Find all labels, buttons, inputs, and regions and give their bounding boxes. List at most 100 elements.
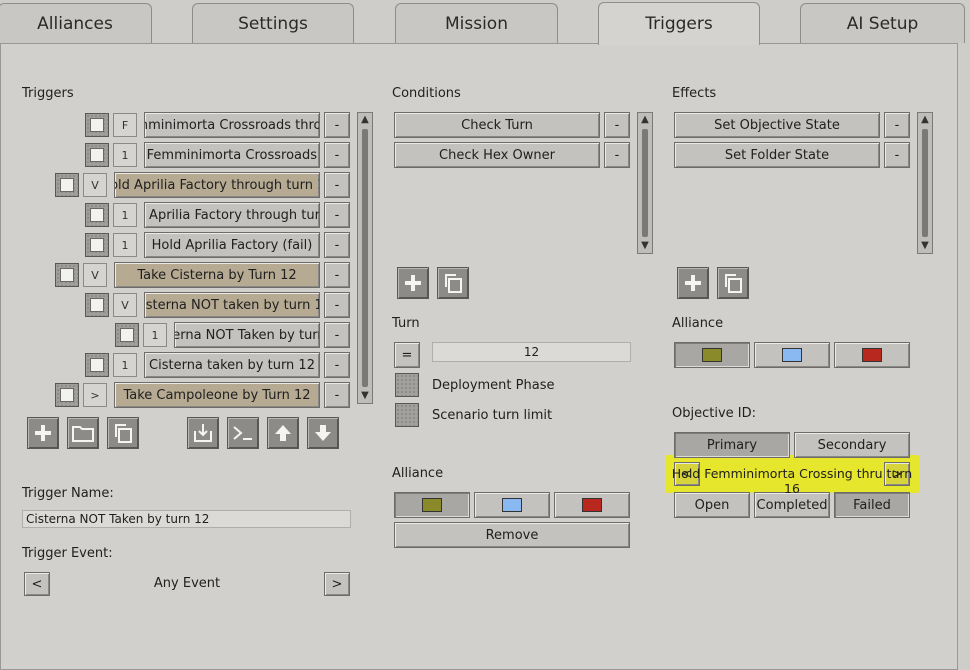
copy-effect-button[interactable] [717, 267, 749, 299]
remove-trigger-button[interactable]: - [324, 262, 350, 288]
trigger-name-input[interactable]: Cisterna NOT Taken by turn 12 [22, 510, 351, 528]
remove-trigger-button[interactable]: - [324, 352, 350, 378]
copy-trigger-button[interactable] [107, 417, 139, 449]
add-trigger-button[interactable] [27, 417, 59, 449]
turn-operator-button[interactable]: = [394, 342, 420, 368]
scroll-down-icon[interactable]: ▼ [358, 390, 372, 402]
import-button[interactable] [187, 417, 219, 449]
remove-trigger-button[interactable]: - [324, 292, 350, 318]
conditions-scrollbar[interactable]: ▲ ▼ [637, 112, 653, 254]
add-icon [35, 425, 51, 441]
condition-alliance-1-button[interactable] [394, 492, 470, 518]
deployment-phase-checkbox[interactable] [395, 373, 419, 397]
effect-set-folder-state[interactable]: Set Folder State [674, 142, 880, 168]
remove-trigger-button[interactable]: - [324, 142, 350, 168]
scroll-up-icon[interactable]: ▲ [638, 114, 652, 126]
trigger-name-label: Trigger Name: [22, 486, 114, 501]
trigger-type-indicator[interactable]: 1 [143, 323, 167, 347]
trigger-enable-checkbox[interactable] [85, 293, 109, 317]
trigger-type-indicator[interactable]: V [83, 263, 107, 287]
trigger-event-next-button[interactable]: > [324, 572, 350, 596]
move-down-button[interactable] [307, 417, 339, 449]
remove-effect-button[interactable]: - [884, 112, 910, 138]
trigger-row[interactable]: Take Campoleone by Turn 12 [114, 382, 320, 408]
remove-trigger-button[interactable]: - [324, 382, 350, 408]
deployment-phase-label: Deployment Phase [432, 378, 555, 393]
trigger-row[interactable]: Hold Femminimorta Crossroads (fail) [144, 142, 320, 168]
trigger-enable-checkbox[interactable] [85, 203, 109, 227]
trigger-enable-checkbox[interactable] [55, 263, 79, 287]
remove-trigger-button[interactable]: - [324, 112, 350, 138]
condition-check-hex-owner[interactable]: Check Hex Owner [394, 142, 600, 168]
condition-alliance-3-button[interactable] [554, 492, 630, 518]
remove-trigger-button[interactable]: - [324, 322, 350, 348]
trigger-type-indicator[interactable]: V [113, 293, 137, 317]
alliance-1-swatch [422, 498, 442, 512]
remove-condition-button[interactable]: - [604, 142, 630, 168]
tab-ai-setup[interactable]: AI Setup [800, 3, 965, 43]
effect-set-objective-state[interactable]: Set Objective State [674, 112, 880, 138]
trigger-row[interactable]: Hold Aprilia Factory through turn 16 [144, 202, 320, 228]
scroll-track[interactable] [922, 129, 928, 237]
remove-effect-button[interactable]: - [884, 142, 910, 168]
condition-alliance-2-button[interactable] [474, 492, 550, 518]
triggers-title: Triggers [22, 86, 74, 101]
trigger-type-indicator[interactable]: 1 [113, 143, 137, 167]
trigger-type-indicator[interactable]: > [83, 383, 107, 407]
effects-scrollbar[interactable]: ▲ ▼ [917, 112, 933, 254]
scroll-track[interactable] [642, 129, 648, 237]
trigger-row[interactable]: Hold Femminimorta Crossroads through tur… [144, 112, 320, 138]
tab-alliances[interactable]: Alliances [0, 3, 152, 43]
trigger-type-indicator[interactable]: 1 [113, 233, 137, 257]
tab-triggers[interactable]: Triggers [598, 2, 760, 45]
trigger-enable-checkbox[interactable] [85, 233, 109, 257]
remove-trigger-button[interactable]: - [324, 232, 350, 258]
scroll-up-icon[interactable]: ▲ [358, 114, 372, 126]
scroll-track[interactable] [362, 129, 368, 387]
trigger-type-indicator[interactable]: 1 [113, 353, 137, 377]
trigger-enable-checkbox[interactable] [85, 143, 109, 167]
trigger-enable-checkbox[interactable] [85, 113, 109, 137]
console-button[interactable] [227, 417, 259, 449]
trigger-enable-checkbox[interactable] [55, 383, 79, 407]
trigger-row[interactable]: Take Cisterna by Turn 12 [114, 262, 320, 288]
trigger-row[interactable]: Cisterna NOT Taken by turn 12 [174, 322, 320, 348]
move-up-button[interactable] [267, 417, 299, 449]
trigger-enable-checkbox[interactable] [55, 173, 79, 197]
trigger-row[interactable]: Cisterna NOT taken by turn 12 [144, 292, 320, 318]
turn-value-input[interactable]: 12 [432, 342, 631, 362]
checkbox-box [90, 238, 104, 252]
trigger-list-scrollbar[interactable]: ▲ ▼ [357, 112, 373, 404]
remove-trigger-button[interactable]: - [324, 172, 350, 198]
scenario-turn-limit-checkbox[interactable] [395, 403, 419, 427]
add-effect-button[interactable] [677, 267, 709, 299]
remove-trigger-button[interactable]: - [324, 202, 350, 228]
remove-alliance-button[interactable]: Remove [394, 522, 630, 548]
trigger-type-indicator[interactable]: V [83, 173, 107, 197]
tab-mission[interactable]: Mission [395, 3, 558, 43]
scroll-up-icon[interactable]: ▲ [918, 114, 932, 126]
copy-condition-button[interactable] [437, 267, 469, 299]
trigger-event-prev-button[interactable]: < [24, 572, 50, 596]
tab-settings[interactable]: Settings [192, 3, 354, 43]
trigger-enable-checkbox[interactable] [85, 353, 109, 377]
alliance-3-swatch [582, 498, 602, 512]
effects-title: Effects [672, 86, 717, 101]
scroll-down-icon[interactable]: ▼ [918, 240, 932, 252]
objective-primary-button[interactable]: Primary [674, 432, 790, 458]
add-condition-button[interactable] [397, 267, 429, 299]
objective-secondary-button[interactable]: Secondary [794, 432, 910, 458]
condition-check-turn[interactable]: Check Turn [394, 112, 600, 138]
trigger-row[interactable]: Hold Aprilia Factory (fail) [144, 232, 320, 258]
scroll-down-icon[interactable]: ▼ [638, 240, 652, 252]
trigger-type-indicator[interactable]: 1 [113, 203, 137, 227]
trigger-row[interactable]: Cisterna taken by turn 12 [144, 352, 320, 378]
effect-alliance-2-button[interactable] [754, 342, 830, 368]
trigger-row[interactable]: Hold Aprilia Factory through turn 16 [114, 172, 320, 198]
trigger-type-indicator[interactable]: F [113, 113, 137, 137]
effect-alliance-3-button[interactable] [834, 342, 910, 368]
folder-button[interactable] [67, 417, 99, 449]
effect-alliance-1-button[interactable] [674, 342, 750, 368]
trigger-enable-checkbox[interactable] [115, 323, 139, 347]
remove-condition-button[interactable]: - [604, 112, 630, 138]
